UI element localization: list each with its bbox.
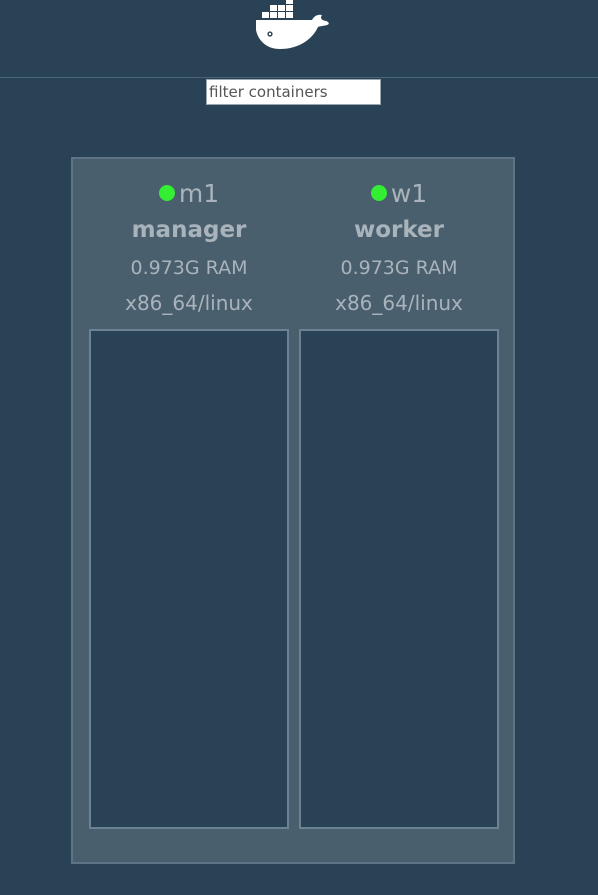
node-card-m1: m1 manager 0.973G RAM x86_64/linux [89,159,289,859]
node-status-icon [370,185,387,201]
node-containers-area [299,329,499,829]
node-containers-area [89,329,289,829]
node-name-row: m1 [89,177,289,211]
node-name: w1 [390,179,428,208]
node-ram: 0.973G RAM [130,257,248,279]
node-ram: 0.973G RAM [340,257,458,279]
node-platform: x86_64/linux [335,291,463,315]
docker-whale-icon [256,0,329,49]
node-status-icon [158,185,175,201]
node-role: manager [131,217,247,243]
node-name: m1 [178,179,220,208]
filter-containers-input[interactable] [206,79,381,105]
visualizer-page: m1 manager 0.973G RAM x86_64/linux w1 wo… [0,0,598,895]
node-name-row: w1 [299,177,499,211]
node-platform: x86_64/linux [125,291,253,315]
top-bar [0,0,598,78]
cluster-panel: m1 manager 0.973G RAM x86_64/linux w1 wo… [71,157,515,864]
node-role: worker [353,217,444,243]
node-card-w1: w1 worker 0.973G RAM x86_64/linux [299,159,499,859]
